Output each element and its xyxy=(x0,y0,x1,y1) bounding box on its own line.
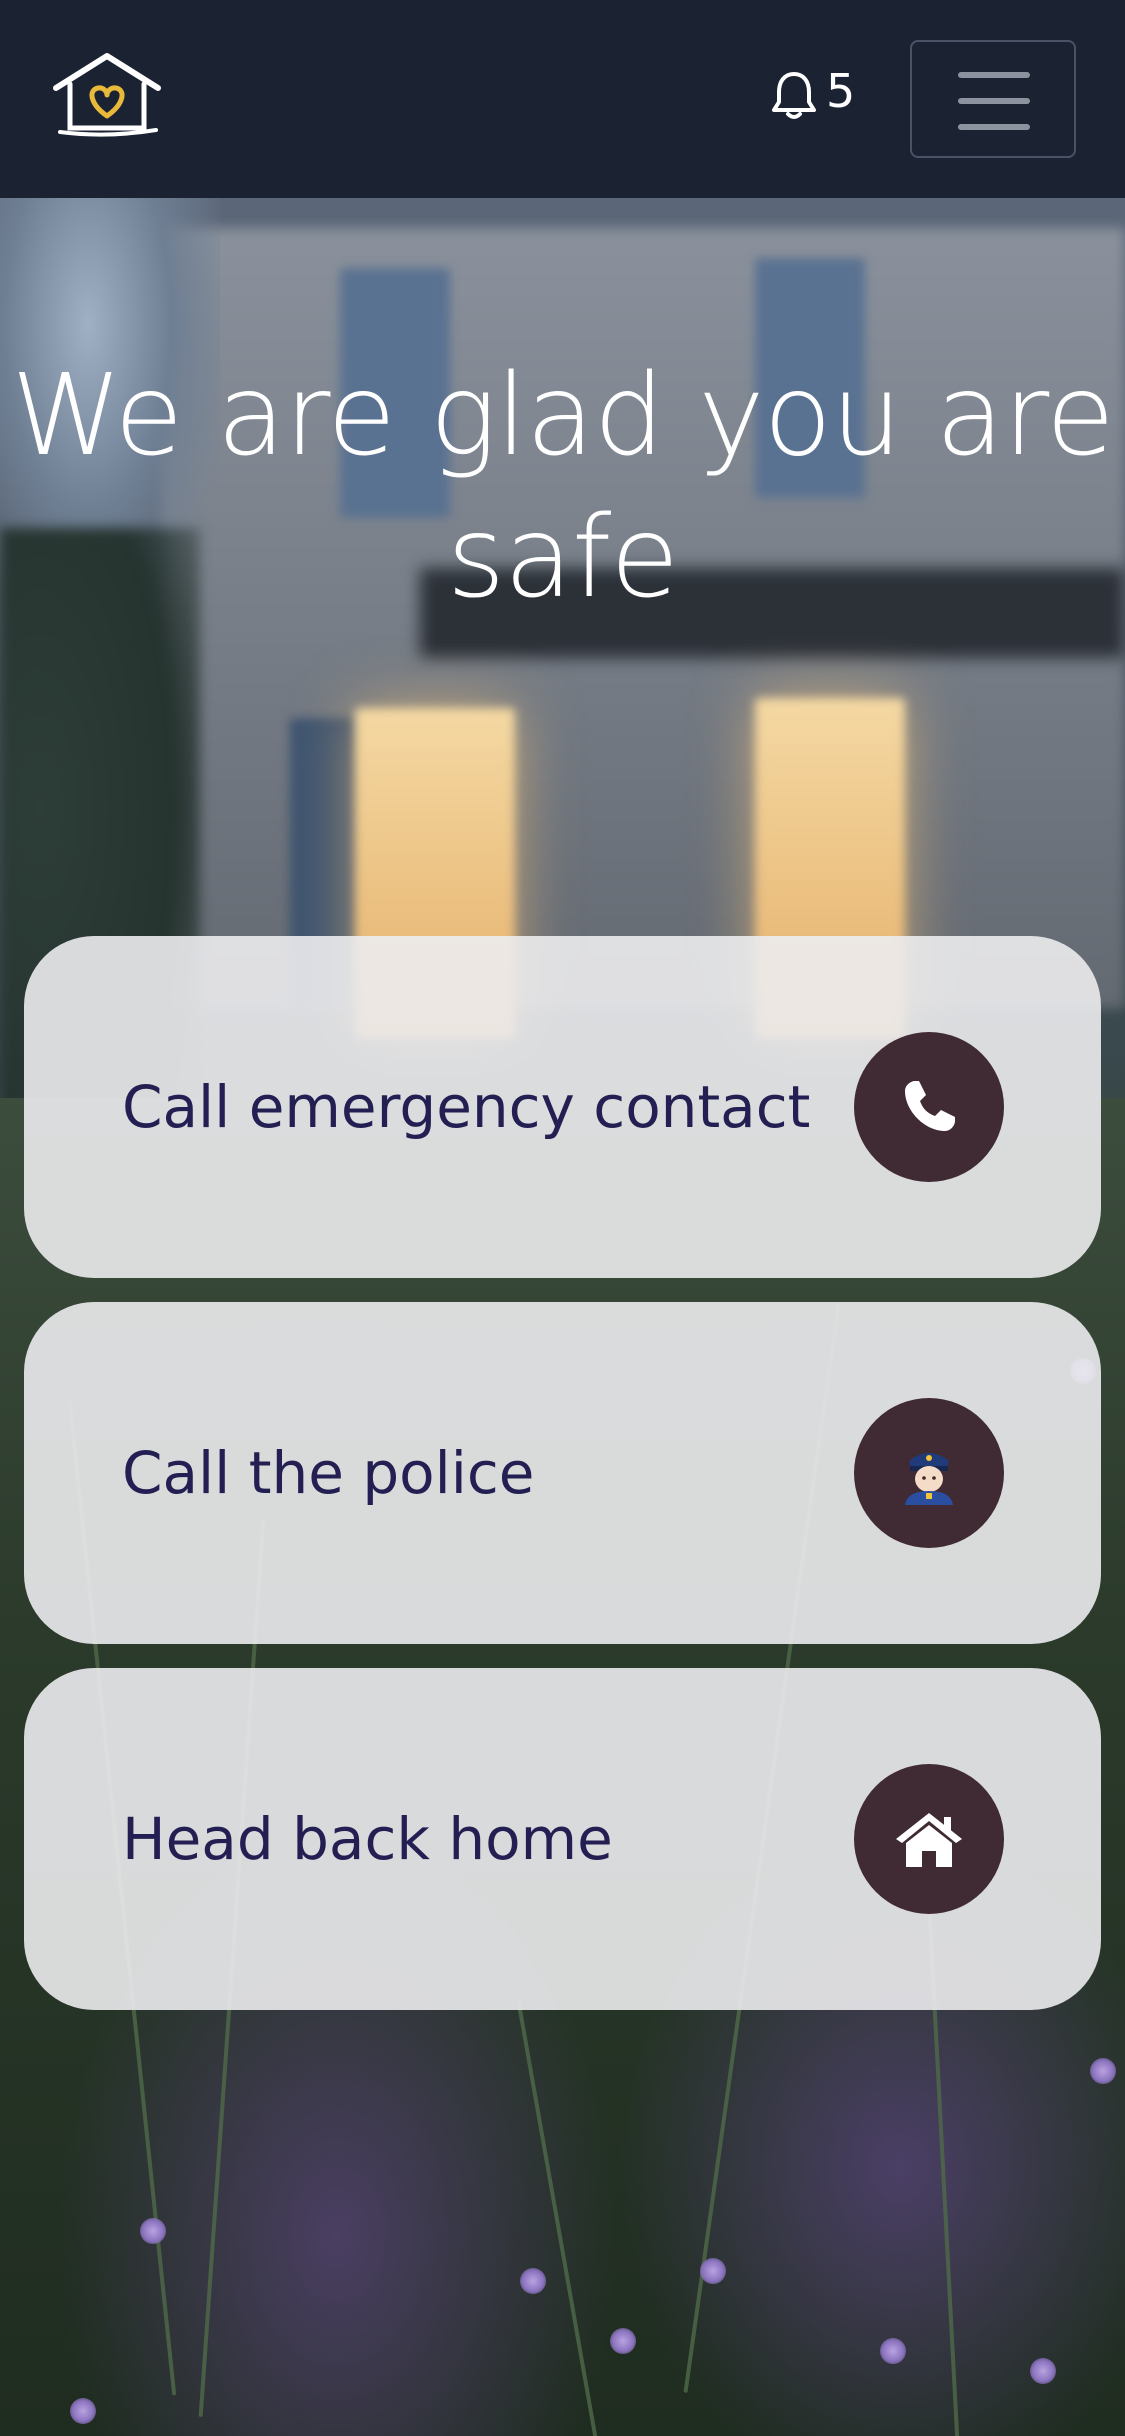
call-emergency-contact-button[interactable]: Call emergency contact xyxy=(24,936,1101,1278)
bell-icon[interactable] xyxy=(770,70,818,122)
flower xyxy=(70,2398,96,2424)
flower xyxy=(1090,2058,1116,2084)
hamburger-icon xyxy=(958,72,1030,78)
home-icon xyxy=(854,1764,1004,1914)
police-officer-icon xyxy=(854,1398,1004,1548)
flower xyxy=(140,2218,166,2244)
card-label: Head back home xyxy=(122,1805,613,1873)
head-back-home-button[interactable]: Head back home xyxy=(24,1668,1101,2010)
page-title: We are glad you are safe xyxy=(11,351,1115,623)
flower xyxy=(700,2258,726,2284)
card-label: Call emergency contact xyxy=(122,1073,811,1141)
notification-count[interactable]: 5 xyxy=(826,64,855,118)
hamburger-icon-line xyxy=(958,98,1030,104)
call-police-button[interactable]: Call the police xyxy=(24,1302,1101,1644)
menu-button[interactable] xyxy=(910,40,1076,158)
flower xyxy=(610,2328,636,2354)
house-heart-logo-icon[interactable] xyxy=(52,50,162,140)
top-navbar: 5 xyxy=(0,0,1125,198)
flower xyxy=(880,2338,906,2364)
flower-stem xyxy=(516,2001,608,2436)
flower xyxy=(1030,2358,1056,2384)
phone-icon xyxy=(854,1032,1004,1182)
flower xyxy=(520,2268,546,2294)
hamburger-icon-line xyxy=(958,124,1030,130)
card-label: Call the police xyxy=(122,1439,535,1507)
